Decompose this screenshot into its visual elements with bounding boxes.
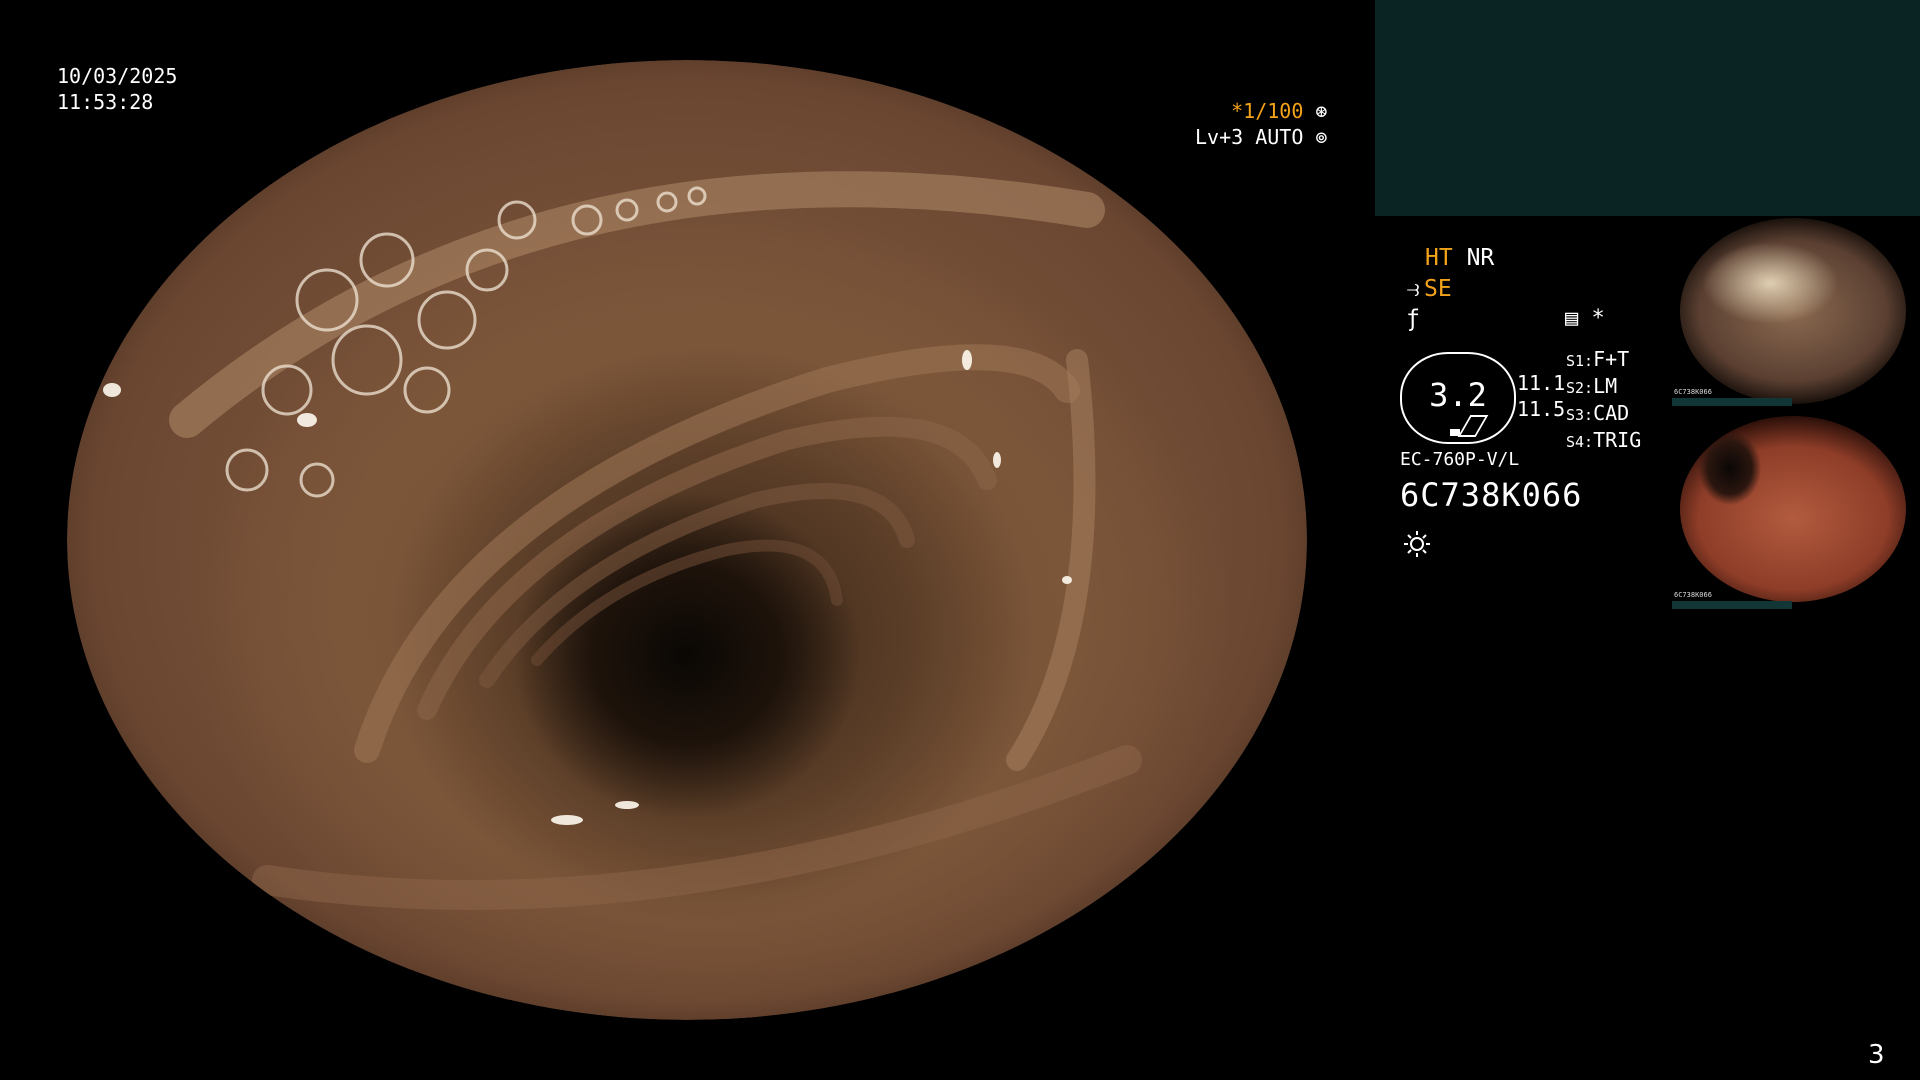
level-text: Lv+3 AUTO (1195, 125, 1304, 149)
thumbnail-serial: 6C738K066 (1674, 591, 1712, 599)
ht-label: HT (1425, 245, 1453, 271)
exposure-readout: *1/100 ⊛ Lv+3 AUTO ⊚ (1195, 98, 1327, 150)
shutter-text: *1/100 (1231, 99, 1304, 123)
page-number: 3 (1868, 1040, 1885, 1070)
time-text: 11:53:28 (57, 90, 154, 114)
datetime-readout: 10/03/2025 11:53:28 (57, 63, 177, 115)
endoscopy-main-view (67, 60, 1307, 1020)
meter-readouts: 11.1 11.5 (1517, 370, 1565, 422)
switch-item: S2:LM (1566, 374, 1618, 398)
thumbnail-image (1680, 416, 1906, 602)
zoom-meter: 3.2 (1400, 352, 1516, 444)
auto-iris-icon: ⊚ (1303, 125, 1328, 149)
scope-model: EC-760P-V/L (1400, 449, 1520, 470)
se-status: ⥽ SE ƒ (1402, 274, 1452, 334)
thumbnail-bar (1672, 398, 1792, 406)
thumbnail-image (1680, 218, 1906, 404)
meter-right-value: 11.5 (1517, 397, 1566, 421)
meter-value: 3.2 (1429, 376, 1487, 414)
meter-left-value: 11.1 (1517, 371, 1566, 395)
ht-nr-status: HT NR (1425, 243, 1494, 273)
colon-lumen-illustration (103, 171, 1142, 910)
date-text: 10/03/2025 (57, 64, 178, 88)
scope-switch-list: S1:F+T S2:LM S3:CAD S4:TRIG (1566, 347, 1641, 455)
settings-row: ▤ * (1565, 306, 1605, 331)
frequency-icon: ƒ (1406, 306, 1420, 332)
switch-item: S1:F+T (1566, 347, 1630, 371)
info-panel-header (1375, 0, 1920, 216)
scope-tip-icon: ⥽ (1406, 276, 1420, 302)
shutter-icon: ⊛ (1303, 99, 1328, 123)
settings-star: * (1591, 306, 1605, 331)
switch-item: S3:CAD (1566, 401, 1630, 425)
light-source-icon (1404, 531, 1430, 557)
scope-serial: 6C738K066 (1400, 476, 1583, 514)
thumbnail-serial: 6C738K066 (1674, 388, 1712, 396)
meter-flag-icon (1457, 415, 1489, 437)
switch-item: S4:TRIG (1566, 428, 1642, 452)
se-label: SE (1424, 276, 1452, 302)
capture-thumbnail-1[interactable]: 6C738K066 (1672, 216, 1914, 406)
capture-thumbnail-2[interactable]: 6C738K066 (1672, 414, 1914, 609)
thumbnail-bar (1672, 601, 1792, 609)
nr-label: NR (1466, 245, 1495, 271)
settings-icon: ▤ (1565, 306, 1579, 331)
